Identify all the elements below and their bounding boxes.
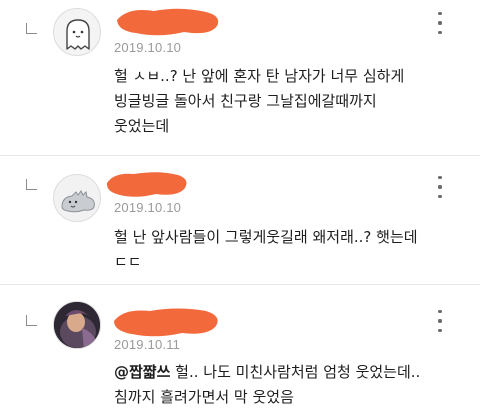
- reply-indicator-icon: [26, 315, 37, 326]
- comment-item: 2019.10.10 헐 ㅅㅂ..? 난 앞에 혼자 탄 남자가 너무 심하게 …: [0, 0, 480, 155]
- reply-indicator-icon: [26, 179, 37, 190]
- redacted-username: [106, 172, 187, 197]
- ghost-avatar-icon[interactable]: [53, 8, 101, 56]
- mention-link[interactable]: @짭쨟쓰: [114, 363, 170, 381]
- comment-text: @짭쨟쓰 헐.. 나도 미친사람처럼 엄청 웃었는데.. 침까지 흘려가면서 막…: [114, 360, 464, 410]
- comment-text: 헐 난 앞사람들이 그렇게웃길래 왜저래..? 햇는데 ㄷㄷ: [114, 228, 418, 271]
- comment-item: 2019.10.10 헐 난 앞사람들이 그렇게웃길래 왜저래..? 햇는데 ㄷ…: [0, 156, 480, 284]
- more-options-icon[interactable]: [437, 310, 443, 332]
- comment-date: 2019.10.10: [114, 40, 182, 55]
- more-options-icon[interactable]: [437, 176, 443, 198]
- redacted-username: [117, 8, 219, 36]
- more-options-icon[interactable]: [437, 12, 443, 34]
- comment-date: 2019.10.11: [114, 337, 181, 352]
- reply-indicator-icon: [26, 23, 37, 34]
- dinosaur-avatar-icon[interactable]: [53, 174, 101, 222]
- photo-avatar-icon[interactable]: [53, 301, 101, 349]
- comment-date: 2019.10.10: [114, 200, 182, 215]
- comment-text: 헐 ㅅㅂ..? 난 앞에 혼자 탄 남자가 너무 심하게 빙글빙글 돌아서 친구…: [114, 67, 405, 135]
- redacted-username: [114, 308, 218, 337]
- comment-item: 2019.10.11 @짭쨟쓰 헐.. 나도 미친사람처럼 엄청 웃었는데.. …: [0, 285, 480, 420]
